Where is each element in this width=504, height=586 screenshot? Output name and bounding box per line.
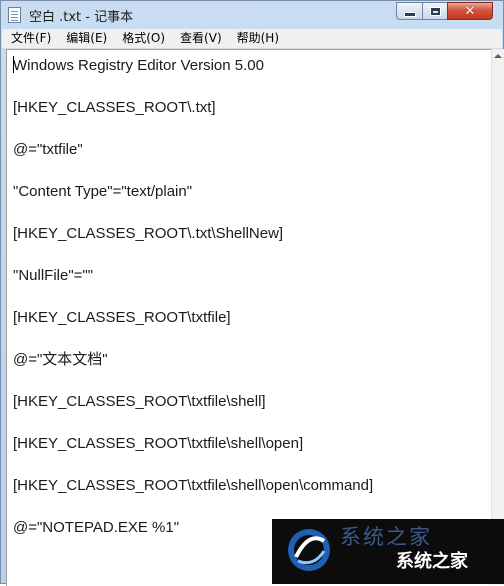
text-line: Windows Registry Editor Version 5.00 [13, 57, 264, 74]
text-line: @="txtfile" [13, 141, 83, 158]
text-line [13, 496, 373, 517]
menu-bar: 文件(F) 编辑(E) 格式(O) 查看(V) 帮助(H) [2, 29, 502, 49]
close-icon: ✕ [464, 3, 476, 19]
maximize-icon [429, 6, 441, 16]
text-line: [HKEY_CLASSES_ROOT\txtfile] [13, 309, 231, 326]
minimize-icon [403, 11, 416, 17]
watermark-emblem-icon [288, 529, 330, 571]
text-line: [HKEY_CLASSES_ROOT\.txt\ShellNew] [13, 225, 284, 242]
menu-edit[interactable]: 编辑(E) [60, 29, 113, 48]
text-editor-area[interactable]: Windows Registry Editor Version 5.00 [HK… [6, 49, 492, 586]
text-line: "NullFile"="" [13, 267, 94, 284]
text-line [13, 160, 373, 181]
text-line: [HKEY_CLASSES_ROOT\txtfile\shell] [13, 393, 266, 410]
text-line: [HKEY_CLASSES_ROOT\txtfile\shell\open] [13, 435, 304, 452]
text-line [13, 286, 373, 307]
text-line [13, 202, 373, 223]
watermark-logo: 系统之家 系统之家 [272, 519, 504, 584]
notepad-window: 空白 .txt - 记事本 ✕ 文件(F) 编辑(E) 格式(O) 查看(V) … [0, 0, 504, 586]
text-line [13, 454, 373, 475]
notepad-app-icon[interactable] [8, 7, 21, 23]
minimize-button[interactable] [396, 2, 423, 20]
text-line: "Content Type"="text/plain" [13, 183, 193, 200]
watermark-text: 系统之家 [396, 551, 468, 572]
menu-file[interactable]: 文件(F) [5, 29, 57, 48]
text-line [13, 244, 373, 265]
title-bar[interactable]: 空白 .txt - 记事本 ✕ [1, 1, 503, 29]
scroll-up-arrow-icon[interactable] [492, 49, 504, 63]
text-line [13, 118, 373, 139]
text-caret [13, 56, 14, 73]
text-line [13, 76, 373, 97]
text-line: [HKEY_CLASSES_ROOT\.txt] [13, 99, 216, 116]
document-lines: Windows Registry Editor Version 5.00 [HK… [13, 55, 373, 538]
window-title: 空白 .txt - 记事本 [29, 10, 134, 25]
menu-help[interactable]: 帮助(H) [231, 29, 285, 48]
menu-format[interactable]: 格式(O) [116, 29, 171, 48]
maximize-button[interactable] [422, 2, 448, 20]
text-line [13, 370, 373, 391]
text-line [13, 328, 373, 349]
text-line: [HKEY_CLASSES_ROOT\txtfile\shell\open\co… [13, 477, 374, 494]
text-line [13, 412, 373, 433]
text-line: @="文本文档" [13, 351, 108, 368]
menu-view[interactable]: 查看(V) [174, 29, 228, 48]
close-button[interactable]: ✕ [447, 2, 493, 20]
vertical-scrollbar[interactable] [491, 49, 504, 585]
